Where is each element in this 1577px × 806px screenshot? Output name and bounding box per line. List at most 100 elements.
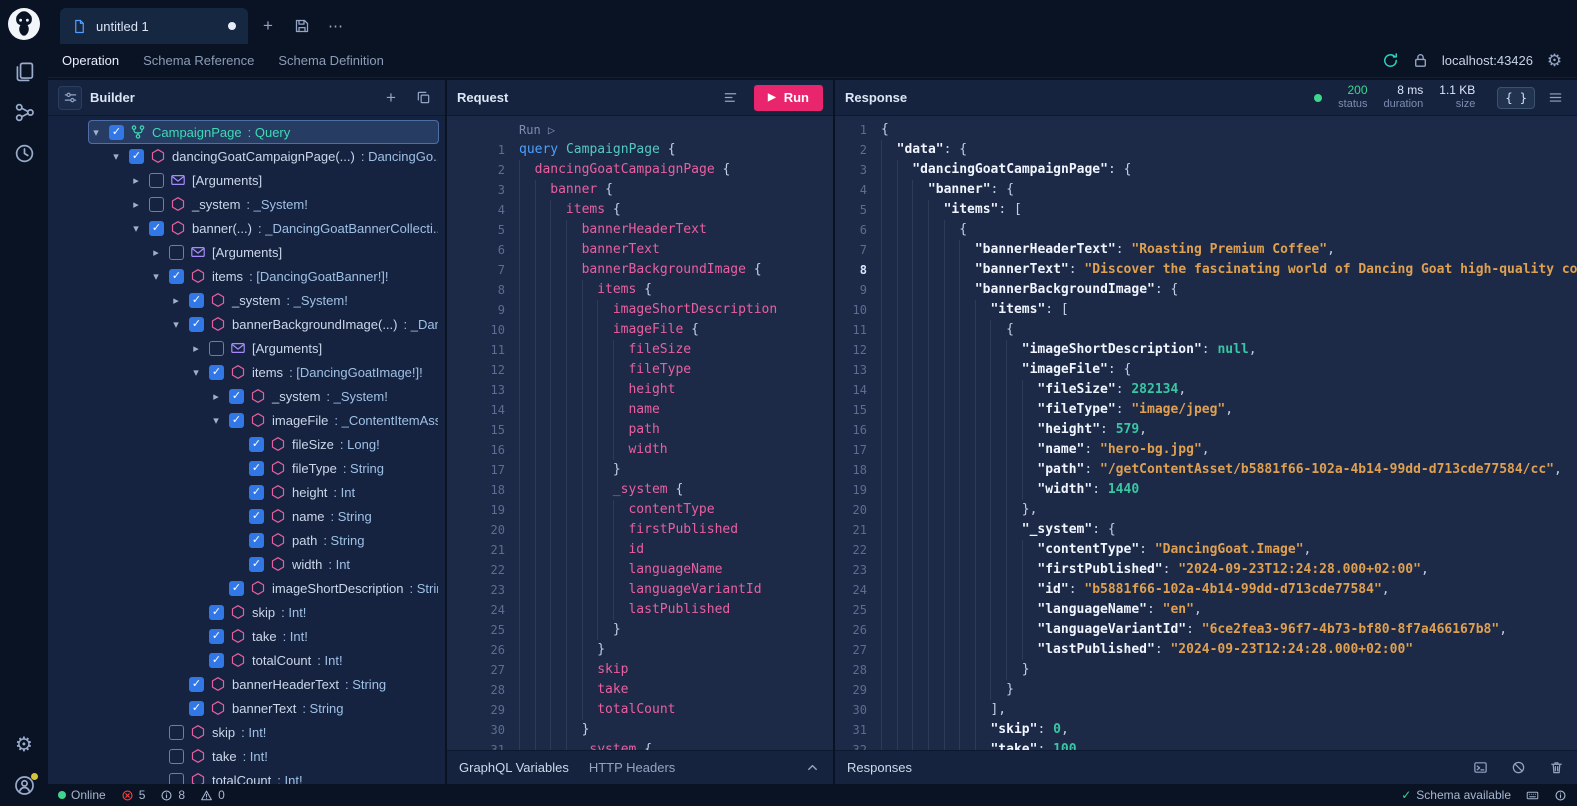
chevron-right-icon[interactable]: ▸ [129, 174, 143, 187]
code-line[interactable]: 7"bannerHeaderText": "Roasting Premium C… [835, 240, 1577, 260]
format-icon[interactable] [718, 86, 742, 110]
chevron-up-icon[interactable] [803, 759, 821, 777]
checkbox[interactable]: ✓ [249, 461, 264, 476]
checkbox[interactable]: ✓ [189, 701, 204, 716]
tree-item-items[interactable]: ▾✓items: [DancingGoatBanner!]! [88, 264, 439, 288]
code-line[interactable]: 3banner { [447, 180, 833, 200]
documents-icon[interactable] [14, 61, 35, 82]
chevron-down-icon[interactable]: ▾ [209, 414, 223, 427]
braces-icon[interactable]: { } [1497, 87, 1535, 109]
code-line[interactable]: 12"imageShortDescription": null, [835, 340, 1577, 360]
schema-status[interactable]: ✓ Schema available [1401, 788, 1511, 802]
tree-item-bannerBackgroundImage[interactable]: ▾✓bannerBackgroundImage(...): _Dan... [88, 312, 439, 336]
rows-icon[interactable] [1543, 86, 1567, 110]
tree-item-_system[interactable]: ▸✓_system: _System! [88, 288, 439, 312]
tree-item-fileType[interactable]: ✓fileType: String [88, 456, 439, 480]
code-line[interactable]: 1query CampaignPage { [447, 140, 833, 160]
checkbox[interactable]: ✓ [209, 365, 224, 380]
code-line[interactable]: 2dancingGoatCampaignPage { [447, 160, 833, 180]
app-logo[interactable] [7, 7, 41, 41]
tree-item-bannerHeaderText[interactable]: ✓bannerHeaderText: String [88, 672, 439, 696]
code-line[interactable]: 9"bannerBackgroundImage": { [835, 280, 1577, 300]
checkbox[interactable]: ✓ [249, 509, 264, 524]
code-line[interactable]: 10imageFile { [447, 320, 833, 340]
code-line[interactable]: 11{ [835, 320, 1577, 340]
code-line[interactable]: 31"skip": 0, [835, 720, 1577, 740]
checkbox[interactable]: ✓ [229, 389, 244, 404]
code-line[interactable]: 30], [835, 700, 1577, 720]
checkbox[interactable]: ✓ [249, 485, 264, 500]
code-line[interactable]: 20firstPublished [447, 520, 833, 540]
tree-item-banner[interactable]: ▾✓banner(...): _DancingGoatBannerCollect… [88, 216, 439, 240]
duplicate-icon[interactable] [411, 86, 435, 110]
code-line[interactable]: 15"fileType": "image/jpeg", [835, 400, 1577, 420]
checkbox[interactable]: ✓ [149, 221, 164, 236]
tree-item-name[interactable]: ✓name: String [88, 504, 439, 528]
tree-item-take[interactable]: ✓take: Int! [88, 624, 439, 648]
checkbox[interactable]: ✓ [209, 653, 224, 668]
connections-icon[interactable] [14, 102, 35, 123]
ban-icon[interactable] [1509, 759, 1527, 777]
code-line[interactable]: 30} [447, 720, 833, 740]
checkbox[interactable]: ✓ [169, 269, 184, 284]
checkbox[interactable]: ✓ [229, 413, 244, 428]
tree-item-_system[interactable]: ▸✓_system: _System! [88, 384, 439, 408]
history-icon[interactable] [14, 143, 35, 164]
code-line[interactable]: 28take [447, 680, 833, 700]
code-line[interactable]: 8"bannerText": "Discover the fascinating… [835, 260, 1577, 280]
code-line[interactable]: 13height [447, 380, 833, 400]
code-line[interactable]: 6{ [835, 220, 1577, 240]
tree-item-skip[interactable]: ✓skip: Int! [88, 600, 439, 624]
code-line[interactable]: Run ▷ [447, 120, 833, 140]
checkbox[interactable] [209, 341, 224, 356]
chevron-right-icon[interactable]: ▸ [209, 390, 223, 403]
document-tab[interactable]: untitled 1 [60, 8, 248, 44]
chevron-right-icon[interactable]: ▸ [149, 246, 163, 259]
trash-icon[interactable] [1547, 759, 1565, 777]
new-tab-button[interactable]: + [254, 11, 282, 41]
code-line[interactable]: 12fileType [447, 360, 833, 380]
code-line[interactable]: 3"dancingGoatCampaignPage": { [835, 160, 1577, 180]
code-line[interactable]: 22languageName [447, 560, 833, 580]
checkbox[interactable]: ✓ [249, 437, 264, 452]
code-line[interactable]: 26} [447, 640, 833, 660]
chevron-down-icon[interactable]: ▾ [189, 366, 203, 379]
warnings-count[interactable]: 0 [200, 788, 225, 802]
tab-schema-reference[interactable]: Schema Reference [143, 53, 254, 68]
code-line[interactable]: 27skip [447, 660, 833, 680]
chevron-down-icon[interactable]: ▾ [149, 270, 163, 283]
code-line[interactable]: 13"imageFile": { [835, 360, 1577, 380]
code-line[interactable]: 31_system { [447, 740, 833, 750]
checkbox[interactable]: ✓ [229, 581, 244, 596]
info-count[interactable]: 8 [160, 788, 185, 802]
checkbox[interactable]: ✓ [189, 293, 204, 308]
code-line[interactable]: 23languageVariantId [447, 580, 833, 600]
tree-item-width[interactable]: ✓width: Int [88, 552, 439, 576]
chevron-down-icon[interactable]: ▾ [89, 126, 103, 139]
chevron-right-icon[interactable]: ▸ [169, 294, 183, 307]
checkbox[interactable]: ✓ [109, 125, 124, 140]
more-options-icon[interactable]: ⋯ [322, 11, 350, 41]
console-icon[interactable] [1471, 759, 1489, 777]
code-line[interactable]: 4"banner": { [835, 180, 1577, 200]
chevron-down-icon[interactable]: ▾ [169, 318, 183, 331]
checkbox[interactable]: ✓ [129, 149, 144, 164]
response-viewer[interactable]: 1{2"data": {3"dancingGoatCampaignPage": … [835, 116, 1577, 750]
code-line[interactable]: 24"id": "b5881f66-102a-4b14-99dd-d713cde… [835, 580, 1577, 600]
tree-item-skip[interactable]: skip: Int! [88, 720, 439, 744]
code-line[interactable]: 22"contentType": "DancingGoat.Image", [835, 540, 1577, 560]
tree-item-items[interactable]: ▾✓items: [DancingGoatImage!]! [88, 360, 439, 384]
checkbox[interactable]: ✓ [249, 557, 264, 572]
checkbox[interactable]: ✓ [249, 533, 264, 548]
tree-item-imageShortDescription[interactable]: ✓imageShortDescription: String [88, 576, 439, 600]
code-line[interactable]: 26"languageVariantId": "6ce2fea3-96f7-4b… [835, 620, 1577, 640]
add-operation-button[interactable]: + [379, 86, 403, 110]
code-line[interactable]: 29totalCount [447, 700, 833, 720]
code-line[interactable]: 19"width": 1440 [835, 480, 1577, 500]
code-line[interactable]: 17"name": "hero-bg.jpg", [835, 440, 1577, 460]
checkbox[interactable]: ✓ [189, 677, 204, 692]
chevron-right-icon[interactable]: ▸ [129, 198, 143, 211]
tree-item-path[interactable]: ✓path: String [88, 528, 439, 552]
code-line[interactable]: 11fileSize [447, 340, 833, 360]
code-line[interactable]: 25"languageName": "en", [835, 600, 1577, 620]
